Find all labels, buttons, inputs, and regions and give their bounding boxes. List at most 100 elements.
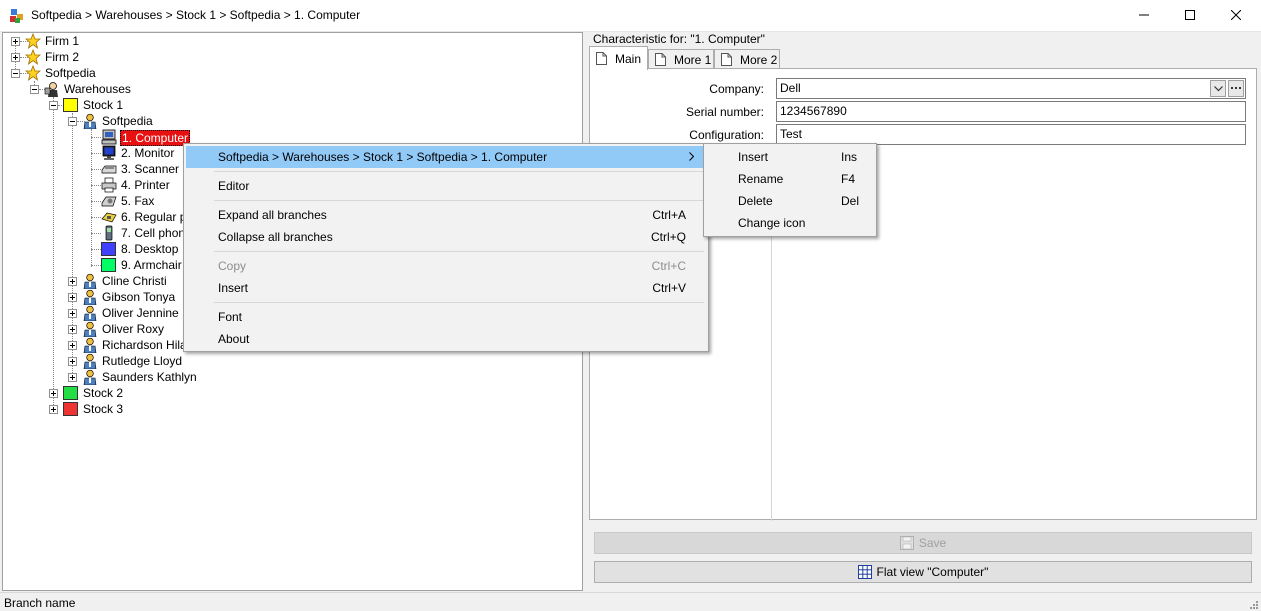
tab-more-1[interactable]: More 1	[648, 49, 714, 69]
submenu-item-delete[interactable]: Delete Del	[706, 190, 874, 212]
menu-item-shortcut: Ctrl+Q	[650, 230, 686, 244]
tab-label: More 2	[740, 52, 778, 67]
tab-label: More 1	[674, 52, 712, 67]
menu-separator	[214, 251, 704, 252]
company-label: Company:	[709, 82, 764, 96]
company-browse-button[interactable]	[1228, 80, 1244, 97]
tree-expander[interactable]	[49, 101, 58, 110]
resize-grip-icon[interactable]	[1248, 599, 1258, 609]
scanner-icon	[101, 165, 117, 174]
chevron-right-icon	[689, 152, 694, 161]
tree-expander[interactable]	[68, 277, 77, 286]
tree-connector	[91, 185, 101, 186]
menu-item-label: Copy	[218, 259, 247, 273]
menu-item-insert[interactable]: Insert Ctrl+V	[186, 277, 706, 299]
tree-node-label[interactable]: Rutledge Lloyd	[101, 354, 183, 368]
tree-connector	[72, 113, 73, 379]
tree-expander[interactable]	[68, 117, 77, 126]
tree-node-label[interactable]: Stock 3	[82, 402, 124, 416]
tree-node-label[interactable]: Stock 1	[82, 98, 124, 112]
status-text: Branch name	[4, 596, 76, 610]
cell-phone-icon	[105, 225, 113, 241]
menu-item-collapse-all[interactable]: Collapse all branches Ctrl+Q	[186, 226, 706, 248]
company-combobox[interactable]: Dell	[776, 78, 1246, 99]
tree-expander[interactable]	[68, 325, 77, 334]
tree-node-label[interactable]: 5. Fax	[120, 194, 155, 208]
menu-item-label: Delete	[738, 194, 773, 208]
menu-item-font[interactable]: Font	[186, 306, 706, 328]
tab-main[interactable]: Main	[589, 46, 648, 70]
tree-node-label[interactable]: 6. Regular pl	[120, 210, 190, 224]
menu-item-path[interactable]: Softpedia > Warehouses > Stock 1 > Softp…	[186, 146, 706, 168]
tree-node-label[interactable]: Firm 2	[44, 50, 80, 64]
menu-item-editor[interactable]: Editor	[186, 175, 706, 197]
tree-node-label[interactable]: Softpedia	[44, 66, 97, 80]
sub-menu: Insert Ins Rename F4 Delete Del Change i…	[703, 143, 877, 237]
tree-node-label[interactable]: Stock 2	[82, 386, 124, 400]
color-swatch-icon	[101, 242, 116, 256]
title-bar: Softpedia > Warehouses > Stock 1 > Softp…	[0, 0, 1261, 32]
tree-node-label[interactable]: Gibson Tonya	[101, 290, 176, 304]
menu-item-label: Expand all branches	[218, 208, 327, 222]
tree-connector	[91, 129, 92, 267]
tree-node-label[interactable]: Cline Christi	[101, 274, 168, 288]
color-swatch-icon	[63, 402, 78, 416]
tree-node-label[interactable]: 7. Cell phone	[120, 226, 193, 240]
tree-node-label[interactable]: Oliver Roxy	[101, 322, 165, 336]
tree-node-label[interactable]: Saunders Kathlyn	[101, 370, 198, 384]
flat-view-button[interactable]: Flat view "Computer"	[594, 561, 1252, 583]
menu-item-label: About	[218, 332, 250, 346]
tree-expander[interactable]	[11, 69, 20, 78]
configuration-field[interactable]: Test	[776, 124, 1246, 145]
minimize-button[interactable]	[1121, 0, 1167, 30]
menu-item-copy[interactable]: Copy Ctrl+C	[186, 255, 706, 277]
person-icon	[83, 289, 97, 305]
tree-expander[interactable]	[68, 357, 77, 366]
tree-node-label[interactable]: Warehouses	[63, 82, 132, 96]
tree-expander[interactable]	[68, 341, 77, 350]
tree-expander[interactable]	[49, 405, 58, 414]
tree-node-label[interactable]: Richardson Hilari	[101, 338, 194, 352]
company-dropdown-button[interactable]	[1210, 80, 1226, 97]
menu-item-expand-all[interactable]: Expand all branches Ctrl+A	[186, 204, 706, 226]
serial-number-label: Serial number:	[685, 105, 764, 119]
tree-expander[interactable]	[11, 53, 20, 62]
tree-node-label[interactable]: 4. Printer	[120, 178, 171, 192]
window-title: Softpedia > Warehouses > Stock 1 > Softp…	[31, 8, 361, 22]
document-icon	[596, 52, 607, 65]
menu-item-label: Rename	[738, 172, 784, 186]
close-icon	[1231, 10, 1241, 20]
tree-node-label[interactable]: 2. Monitor	[120, 146, 175, 160]
tree-expander[interactable]	[30, 85, 39, 94]
maximize-button[interactable]	[1167, 0, 1213, 30]
menu-item-shortcut: Del	[841, 194, 860, 208]
menu-item-label: Collapse all branches	[218, 230, 333, 244]
tree-expander[interactable]	[68, 373, 77, 382]
status-bar: Branch name	[0, 592, 1261, 611]
menu-item-label: Font	[218, 310, 243, 324]
tree-connector	[91, 137, 101, 138]
tree-node-label[interactable]: 3. Scanner	[120, 162, 180, 176]
tree-node-label[interactable]: Softpedia	[101, 114, 154, 128]
serial-number-field[interactable]: 1234567890	[776, 101, 1246, 122]
tree-expander[interactable]	[49, 389, 58, 398]
tree-node-label[interactable]: Firm 1	[44, 34, 80, 48]
company-value: Dell	[780, 81, 801, 95]
tree-expander[interactable]	[11, 37, 20, 46]
star-icon	[25, 33, 41, 49]
submenu-item-insert[interactable]: Insert Ins	[706, 146, 874, 168]
tree-expander[interactable]	[68, 309, 77, 318]
tree-node-label[interactable]: 9. Armchair	[120, 258, 183, 272]
save-button[interactable]: Save	[594, 532, 1252, 554]
menu-separator	[214, 200, 704, 201]
tree-node-label[interactable]: 8. Desktop	[120, 242, 179, 256]
menu-item-about[interactable]: About	[186, 328, 706, 350]
person-icon	[83, 321, 97, 337]
submenu-item-change-icon[interactable]: Change icon	[706, 212, 874, 234]
tree-node-label[interactable]: Oliver Jennine	[101, 306, 180, 320]
tree-expander[interactable]	[68, 293, 77, 302]
close-button[interactable]	[1213, 0, 1259, 30]
submenu-item-rename[interactable]: Rename F4	[706, 168, 874, 190]
tree-node-label-selected[interactable]: 1. Computer	[120, 130, 191, 146]
tab-more-2[interactable]: More 2	[714, 49, 780, 69]
